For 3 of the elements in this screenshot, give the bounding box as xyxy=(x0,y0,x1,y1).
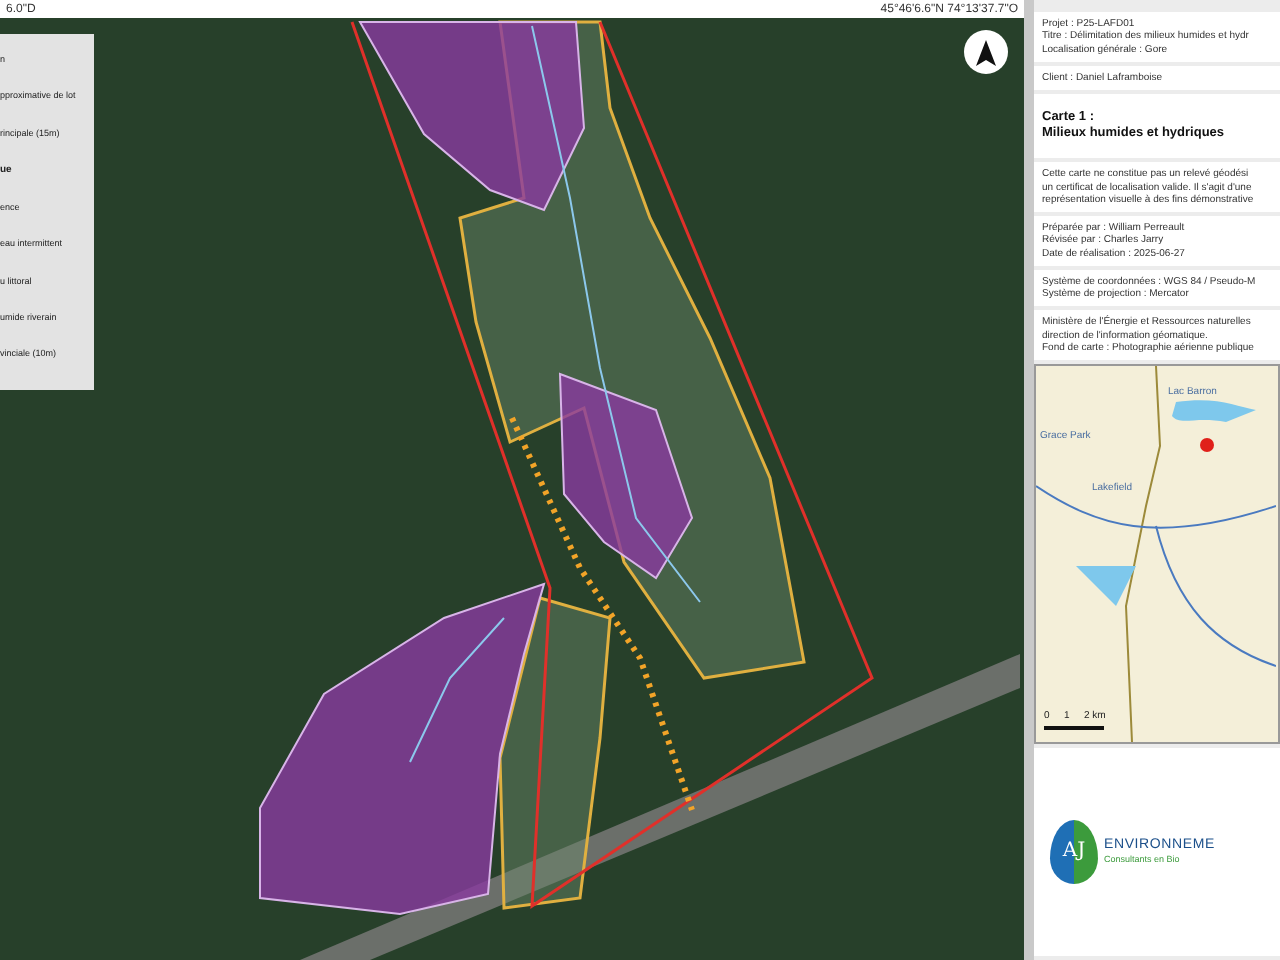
logo-icon: AJ xyxy=(1050,820,1098,884)
scale-bar xyxy=(1044,726,1104,730)
location-marker-icon xyxy=(1200,438,1214,452)
